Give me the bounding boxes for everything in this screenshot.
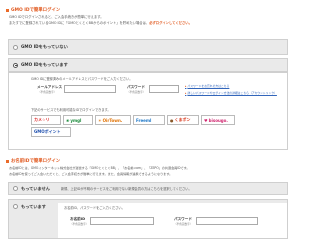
bullet-icon xyxy=(6,8,9,12)
gmo-login-instruction: GMO IDに登録済みのメールアドレスとパスワードをご入力ください。 xyxy=(31,77,133,81)
bear-icon: ● xyxy=(170,117,174,123)
gmo-login-panel: GMO IDに登録済みのメールアドレスとパスワードをご入力ください。 メールアド… xyxy=(8,72,288,150)
password-sub-label: （半角英数字） xyxy=(127,91,146,94)
option-have-gmo-id[interactable]: GMO IDをもっています xyxy=(8,58,288,72)
arrow-right-icon: ▸ xyxy=(185,91,187,95)
email-input[interactable] xyxy=(64,85,116,93)
onamae-id-input[interactable] xyxy=(90,217,154,225)
forgot-password-link[interactable]: ▸ パスワードをお忘れの方はこちら xyxy=(185,84,229,88)
password-input[interactable] xyxy=(149,85,179,93)
onamae-id-sub-label: （半角英数字） xyxy=(70,223,89,226)
partner-button-bisougo[interactable]: ♥ bisougo. xyxy=(201,115,235,125)
login-help-link[interactable]: ▸ 詳しいパスワードやログイン方法の詳細はこちら（アカウントリンク） xyxy=(185,91,277,95)
email-sub-label: （半角英数字） xyxy=(38,91,57,94)
partner-button-oirtown[interactable]: ☀ OirTown. xyxy=(95,115,131,125)
onamae-login-instruction: お名前ID、パスワードをご入力ください。 xyxy=(64,206,125,210)
onamae-password-input[interactable] xyxy=(196,217,258,225)
leaf-icon: ❀ xyxy=(66,117,70,123)
radio-no-gmo-id[interactable] xyxy=(13,44,18,50)
onamae-section-heading: お名前IDで簡単ログイン xyxy=(6,158,60,164)
option-no-gmo-id[interactable]: GMO IDをもっていない xyxy=(8,39,288,55)
partner-login-buttons: カメ☆リ ❀ ymgl ☀ OirTown. Freeml ● くまポン ♥ b… xyxy=(31,115,261,137)
onamae-section-description: お名前IDとは、GMOインターネット株式会社が運営する「GMOとくとくBB」、「… xyxy=(9,166,190,176)
partner-button-gmo-point[interactable]: GMOポイント xyxy=(31,127,71,137)
radio-no-onamae-id[interactable] xyxy=(13,186,18,191)
onamae-password-sub-label: （半角英数字） xyxy=(174,223,193,226)
radio-have-onamae-id[interactable] xyxy=(13,204,18,209)
gmo-section-description: GMO IDでログインされると、ご入会手続きが簡単に行えます。 またすでに登録さ… xyxy=(9,15,192,25)
arrow-right-icon: ▸ xyxy=(185,84,187,88)
partner-button-kameri[interactable]: カメ☆リ xyxy=(31,115,61,125)
option-no-onamae-id[interactable]: もっていません 新規、上記IDが不明のサービスをご利用でない新規会員の方はこちら… xyxy=(8,182,288,195)
sun-icon: ☀ xyxy=(98,117,102,123)
partner-button-freeml[interactable]: Freeml xyxy=(133,115,165,125)
partner-button-ymgl[interactable]: ❀ ymgl xyxy=(63,115,93,125)
radio-have-gmo-id[interactable] xyxy=(13,62,18,68)
heart-icon: ♥ xyxy=(204,117,208,123)
onamae-login-panel: お名前ID、パスワードをご入力ください。 お名前ID （半角英数字） パスワード… xyxy=(58,203,287,238)
partner-button-kumapon[interactable]: ● くまポン xyxy=(167,115,199,125)
partner-intro: 下記のサービスでも利用可能なIDでログインできます。 xyxy=(31,108,111,112)
gmo-section-heading: GMO IDで簡単ログイン xyxy=(6,7,60,13)
bullet-icon xyxy=(6,159,9,163)
